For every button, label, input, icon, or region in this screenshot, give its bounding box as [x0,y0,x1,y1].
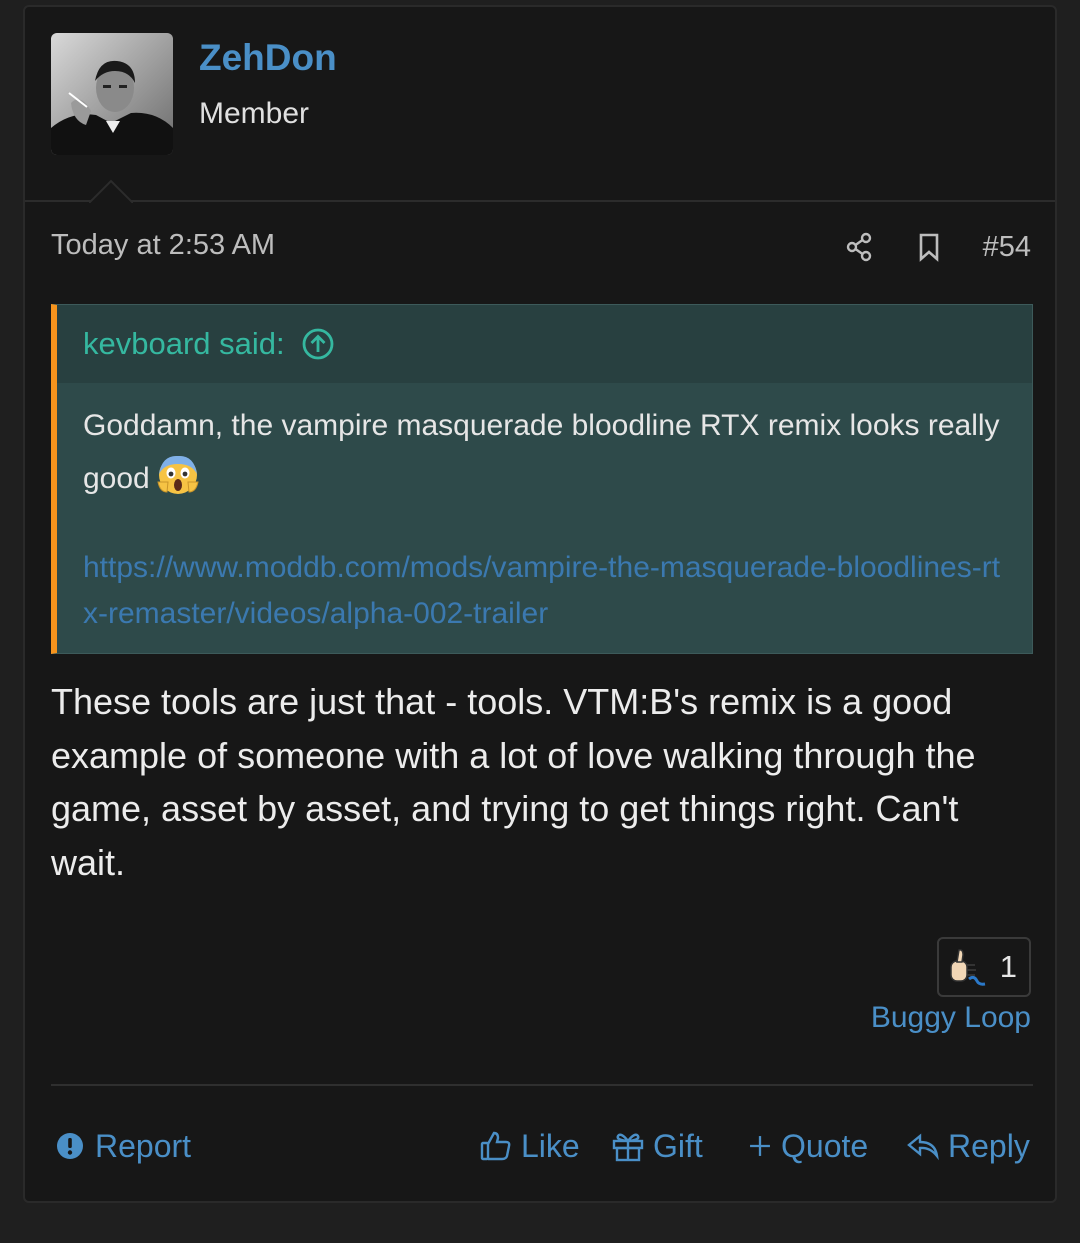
report-button[interactable]: Report [53,1122,191,1170]
arrow-up-circle-icon[interactable] [301,327,335,361]
username[interactable]: ZehDon [199,37,337,79]
like-button[interactable]: Like [479,1122,580,1170]
reaction-summary[interactable]: 1 [937,937,1031,997]
post-date[interactable]: Today at 2:53 AM [51,229,275,262]
reply-icon [907,1133,939,1161]
post-meta-actions: #54 [843,229,1031,265]
post-card: ZehDon Member Today at 2:53 AM #54 kevbo… [23,5,1057,1203]
reaction-count: 1 [999,949,1017,984]
post-footer: Report Like Gift Quote Reply [51,1122,1033,1170]
post-number[interactable]: #54 [983,231,1031,264]
face-screaming-in-fear-icon [157,455,199,494]
quote-author[interactable]: kevboard said: [83,326,285,362]
quote-link[interactable]: https://www.moddb.com/mods/vampire-the-m… [83,545,1006,637]
quote-label: Quote [781,1127,869,1164]
thumbs-up-icon [480,1131,511,1161]
like-label: Like [521,1127,580,1164]
quote-block: kevboard said: Goddamn, the vampire masq… [51,304,1033,654]
quote-body: Goddamn, the vampire masquerade bloodlin… [57,383,1032,637]
footer-divider [51,1084,1033,1086]
reacted-users-link[interactable]: Buggy Loop [871,1001,1031,1035]
bookmark-icon[interactable] [913,231,945,263]
post-message: These tools are just that - tools. VTM:B… [51,681,976,883]
plus-icon [750,1136,770,1156]
avatar[interactable] [51,33,173,155]
quote-text: Goddamn, the vampire masquerade bloodlin… [83,409,1000,495]
share-icon[interactable] [843,231,875,263]
gift-icon [612,1133,644,1162]
gift-label: Gift [653,1127,703,1164]
thumbs-up-reaction-icon [950,949,986,986]
alert-circle-icon [57,1133,83,1159]
user-title: Member [199,97,310,130]
gift-button[interactable]: Gift [611,1122,703,1170]
quote-button[interactable]: Quote [747,1122,868,1170]
user-header: ZehDon Member [25,7,1055,203]
reply-button[interactable]: Reply [906,1122,1030,1170]
reply-label: Reply [948,1127,1030,1164]
report-label: Report [95,1127,192,1164]
header-pointer-arrow [89,179,133,203]
quote-header: kevboard said: [57,305,1032,383]
